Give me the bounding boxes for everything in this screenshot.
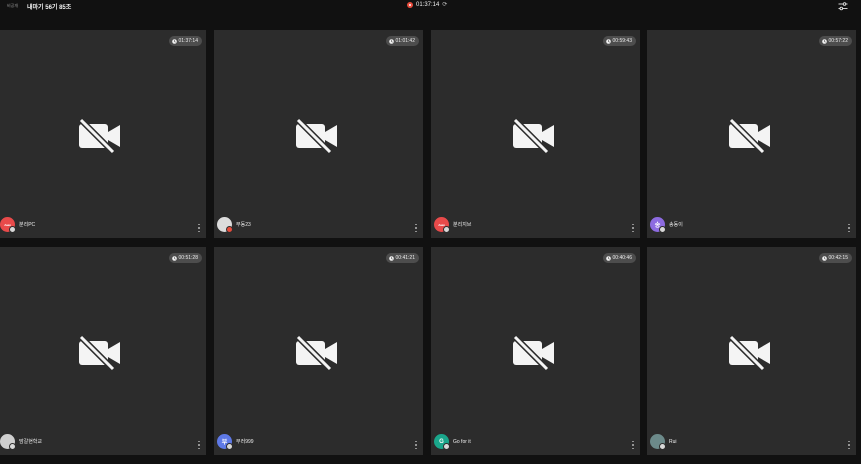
avatar[interactable] (217, 217, 233, 233)
elapsed-time: 00:40:46 (612, 255, 632, 261)
participant-tile[interactable]: 00:51:28 맘갈현학교 (0, 247, 206, 455)
elapsed-time: 00:57:22 (828, 38, 848, 44)
participant-info: G Go for it (434, 434, 471, 450)
sliders-icon[interactable] (838, 2, 848, 11)
refresh-icon[interactable]: ⟳ (442, 2, 447, 8)
more-options-icon[interactable] (415, 224, 417, 232)
more-options-icon[interactable] (198, 441, 200, 449)
participant-name: 분리PC (19, 222, 36, 228)
elapsed-time: 00:42:15 (828, 255, 848, 261)
status-badge (659, 226, 666, 233)
avatar[interactable]: Aaan (0, 217, 16, 233)
elapsed-time: 01:37:14 (178, 38, 198, 44)
participant-info: Aaan 분리지브 (434, 217, 472, 233)
participant-name: 부동23 (236, 222, 251, 228)
elapsed-time: 00:59:43 (612, 38, 632, 44)
elapsed-time-badge: 00:40:46 (602, 253, 636, 263)
camera-off-icon (728, 335, 770, 371)
camera-off-icon (295, 118, 337, 154)
elapsed-time-badge: 00:51:28 (168, 253, 202, 263)
room-title: 내마기 56기 85조 (27, 5, 72, 11)
camera-off-icon (78, 118, 120, 154)
participant-info: Aaan 분리PC (0, 217, 36, 233)
session-timer: 01:37:14 ⟳ (407, 2, 447, 8)
participant-tile[interactable]: 00:41:21 부 부러999 (214, 247, 423, 455)
participant-tile[interactable]: 00:57:22 송 송동이 (647, 30, 856, 238)
avatar[interactable] (650, 434, 666, 450)
clock-icon (605, 255, 611, 261)
participant-info: 맘갈현학교 (0, 434, 43, 450)
elapsed-time-badge: 01:01:42 (385, 36, 419, 46)
status-badge (9, 443, 16, 450)
clock-icon (171, 38, 177, 44)
participant-info: 부동23 (217, 217, 251, 233)
elapsed-time: 01:01:42 (395, 38, 415, 44)
clock-icon (388, 38, 394, 44)
more-options-icon[interactable] (632, 224, 634, 232)
avatar[interactable]: Aaan (434, 217, 450, 233)
participant-name: 분리지브 (453, 222, 472, 228)
camera-off-icon (78, 335, 120, 371)
participant-tile[interactable]: 01:37:14 Aaan 분리PC (0, 30, 206, 238)
avatar[interactable]: 송 (650, 217, 666, 233)
participant-name: Go for it (453, 438, 471, 445)
elapsed-time-badge: 01:37:14 (168, 36, 202, 46)
participant-tile[interactable]: 00:40:46 G Go for it (431, 247, 640, 455)
participant-tile[interactable]: 01:01:42 부동23 (214, 30, 423, 238)
session-timer-text: 01:37:14 (416, 2, 440, 8)
more-options-icon[interactable] (848, 224, 850, 232)
clock-icon (171, 255, 177, 261)
status-badge (443, 226, 450, 233)
status-badge (226, 443, 233, 450)
status-badge (226, 226, 233, 233)
status-badge (659, 443, 666, 450)
more-options-icon[interactable] (848, 441, 850, 449)
camera-off-icon (512, 118, 554, 154)
avatar[interactable] (0, 434, 16, 450)
participant-info: Rui (650, 434, 677, 450)
elapsed-time-badge: 00:59:43 (602, 36, 636, 46)
status-badge (443, 443, 450, 450)
avatar[interactable]: 부 (217, 434, 233, 450)
participant-info: 송 송동이 (650, 217, 683, 233)
participant-name: 송동이 (669, 222, 683, 228)
avatar[interactable]: G (434, 434, 450, 450)
elapsed-time-badge: 00:41:21 (385, 253, 419, 263)
more-options-icon[interactable] (415, 441, 417, 449)
clock-icon (388, 255, 394, 261)
camera-off-icon (295, 335, 337, 371)
more-options-icon[interactable] (632, 441, 634, 449)
clock-icon (821, 255, 827, 261)
top-bar: 비공개 내마기 56기 85조 01:37:14 ⟳ (0, 0, 861, 14)
elapsed-time: 00:41:21 (395, 255, 415, 261)
more-options-icon[interactable] (198, 224, 200, 232)
elapsed-time: 00:51:28 (178, 255, 198, 261)
private-label: 비공개 (7, 3, 19, 8)
status-badge (9, 226, 16, 233)
participant-info: 부 부러999 (217, 434, 254, 450)
participant-tile[interactable]: 00:59:43 Aaan 분리지브 (431, 30, 640, 238)
clock-icon (821, 38, 827, 44)
recording-icon (407, 2, 413, 8)
camera-off-icon (512, 335, 554, 371)
elapsed-time-badge: 00:57:22 (818, 36, 852, 46)
participant-tile[interactable]: 00:42:15 Rui (647, 247, 856, 455)
camera-off-icon (728, 118, 770, 154)
participant-name: 맘갈현학교 (19, 439, 43, 445)
clock-icon (605, 38, 611, 44)
participant-name: Rui (669, 438, 677, 445)
elapsed-time-badge: 00:42:15 (818, 253, 852, 263)
participant-name: 부러999 (236, 439, 254, 445)
